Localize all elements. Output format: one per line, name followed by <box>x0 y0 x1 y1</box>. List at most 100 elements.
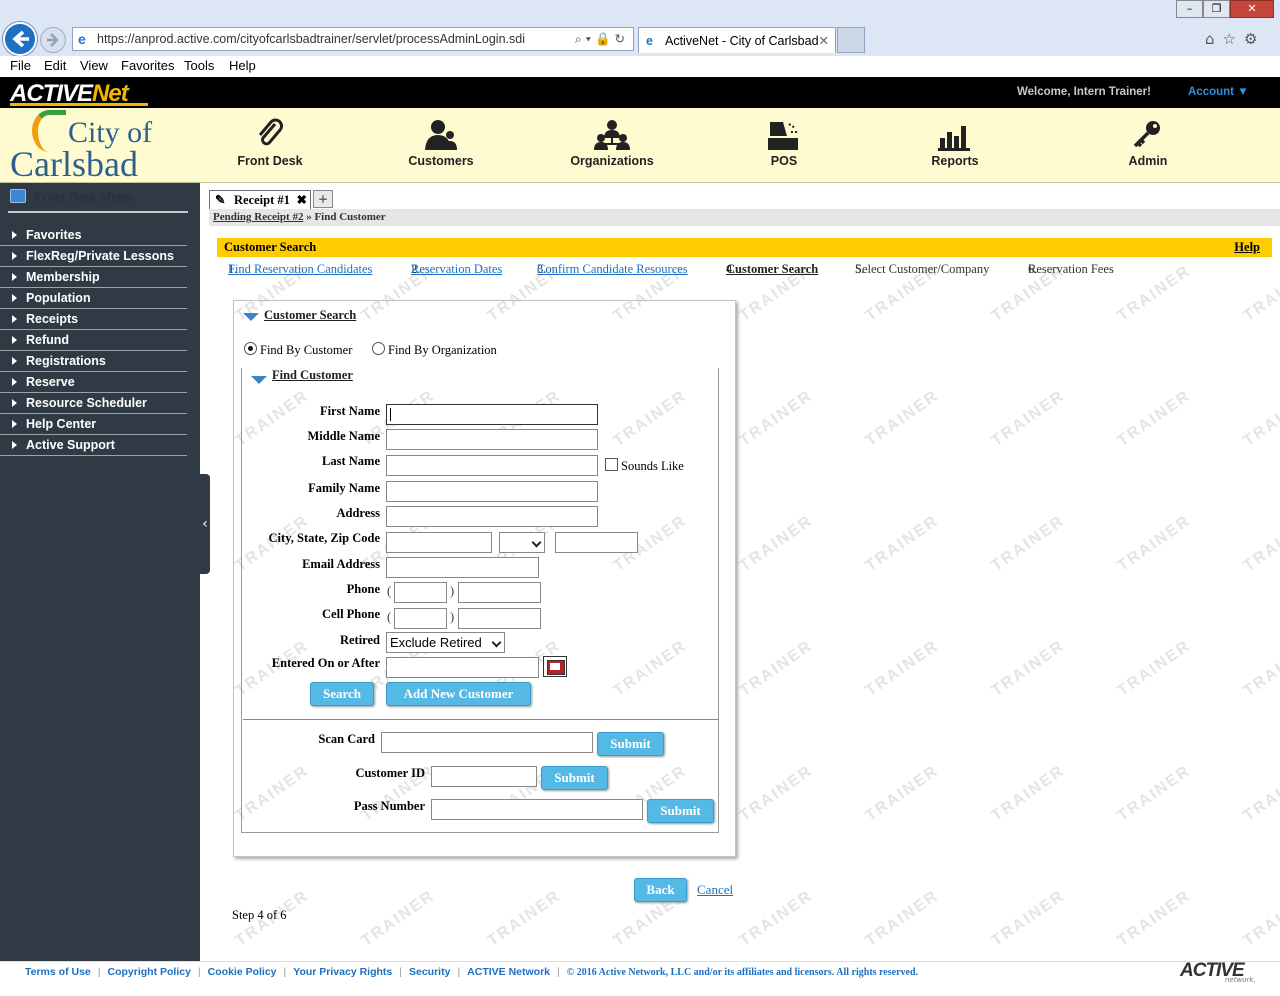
address-bar[interactable]: e https://anprod.active.com/cityofcarlsb… <box>72 27 634 51</box>
phone-area-code-field[interactable] <box>394 582 447 603</box>
url-text: https://anprod.active.com/cityofcarlsbad… <box>97 32 525 46</box>
retired-select[interactable]: Exclude Retired <box>386 632 505 653</box>
watermark-text: TRAINER <box>736 762 817 825</box>
help-link[interactable]: Help <box>1234 238 1260 256</box>
customer-id-submit-button[interactable]: Submit <box>541 766 608 790</box>
watermark-text: TRAINER <box>988 512 1069 575</box>
search-button[interactable]: Search <box>310 682 374 706</box>
nav-admin[interactable]: Admin <box>1088 118 1208 174</box>
back-arrow-icon <box>12 30 29 48</box>
menu-favorites[interactable]: Favorites <box>121 58 174 73</box>
back-button[interactable]: Back <box>634 878 687 902</box>
nav-customers[interactable]: Customers <box>381 118 501 174</box>
footer-active-network-link[interactable]: ACTIVE Network <box>467 966 550 978</box>
sidebar-item-membership[interactable]: Membership <box>0 267 187 288</box>
minimize-icon[interactable]: – <box>1176 0 1203 18</box>
find-by-customer-radio[interactable] <box>244 342 257 355</box>
nav-pos[interactable]: POS <box>724 118 844 174</box>
footer-cookie-link[interactable]: Cookie Policy <box>208 966 277 978</box>
watermark-text: TRAINER <box>1114 762 1195 825</box>
find-by-customer-label: Find By Customer <box>260 343 353 357</box>
new-tab-button[interactable] <box>837 27 865 53</box>
scan-card-field[interactable] <box>381 732 593 753</box>
sidebar-item-registrations[interactable]: Registrations <box>0 351 187 372</box>
close-window-icon[interactable]: ✕ <box>1230 0 1274 18</box>
nav-organizations[interactable]: Organizations <box>552 118 672 174</box>
sidebar-header[interactable]: Front Desk Menu <box>8 187 188 213</box>
find-by-organization-label: Find By Organization <box>388 343 497 357</box>
footer-copyright-link[interactable]: Copyright Policy <box>107 966 190 978</box>
sidebar-item-resource-scheduler[interactable]: Resource Scheduler <box>0 393 187 414</box>
calendar-icon[interactable] <box>543 656 567 677</box>
account-menu[interactable]: Account ▼ <box>1188 86 1249 98</box>
state-select[interactable] <box>499 532 545 553</box>
menu-collapse-icon[interactable] <box>10 189 26 203</box>
nav-front-desk[interactable]: Front Desk <box>210 118 330 174</box>
address-tools-icon[interactable]: ⌕▾🔒↻ <box>575 28 629 50</box>
address-field[interactable] <box>386 506 598 527</box>
find-by-organization-radio[interactable] <box>372 342 385 355</box>
close-tab-icon[interactable]: ✖ <box>297 191 307 209</box>
footer-privacy-link[interactable]: Your Privacy Rights <box>293 966 392 978</box>
collapse-triangle-icon[interactable] <box>243 313 259 321</box>
welcome-text: Welcome, Intern Trainer! <box>1017 86 1151 98</box>
watermark-text: TRAINER <box>358 887 439 950</box>
watermark-text: TRAINER <box>736 887 817 950</box>
cancel-link[interactable]: Cancel <box>697 882 733 898</box>
footer-security-link[interactable]: Security <box>409 966 450 978</box>
favorites-star-icon[interactable]: ☆ <box>1223 30 1244 48</box>
back-button[interactable] <box>3 22 37 56</box>
sidebar-item-favorites[interactable]: Favorites <box>0 225 187 246</box>
watermark-text: TRAINER <box>1114 512 1195 575</box>
sounds-like-checkbox[interactable] <box>605 458 618 471</box>
sidebar-item-population[interactable]: Population <box>0 288 187 309</box>
find-customer-title[interactable]: Find Customer <box>272 368 353 383</box>
phone-number-field[interactable] <box>458 582 541 603</box>
breadcrumb: Pending Receipt #2 » Find Customer <box>209 209 1280 226</box>
cell-area-code-field[interactable] <box>394 608 447 629</box>
panel-title[interactable]: Customer Search <box>264 308 356 323</box>
last-name-field[interactable] <box>386 455 598 476</box>
entered-on-date-field[interactable] <box>386 657 539 678</box>
sidebar-item-help-center[interactable]: Help Center <box>0 414 187 435</box>
sidebar-item-active-support[interactable]: Active Support <box>0 435 187 456</box>
watermark-text: TRAINER <box>1240 262 1280 325</box>
nav-reports[interactable]: Reports <box>895 118 1015 174</box>
section-title: Customer Search <box>224 240 317 254</box>
browser-tab-active[interactable]: e ActiveNet - City of Carlsbad ✕ <box>638 27 836 53</box>
sidebar-item-receipts[interactable]: Receipts <box>0 309 187 330</box>
email-field[interactable] <box>386 557 539 578</box>
tab-receipt[interactable]: ✎ Receipt #1 ✖ <box>209 190 311 210</box>
family-name-field[interactable] <box>386 481 598 502</box>
menu-edit[interactable]: Edit <box>44 58 66 73</box>
menu-tools[interactable]: Tools <box>184 58 214 73</box>
sidebar-item-refund[interactable]: Refund <box>0 330 187 351</box>
middle-name-field[interactable] <box>386 429 598 450</box>
forward-button[interactable] <box>40 27 66 53</box>
phone-label: Phone <box>346 582 380 596</box>
pass-number-label: Pass Number <box>353 799 425 813</box>
collapse-triangle-icon[interactable] <box>251 376 267 384</box>
menu-file[interactable]: File <box>10 58 31 73</box>
city-field[interactable] <box>386 532 492 553</box>
pencil-icon: ✎ <box>215 193 226 207</box>
pass-number-submit-button[interactable]: Submit <box>647 799 714 823</box>
add-new-customer-button[interactable]: Add New Customer <box>386 682 531 706</box>
restore-icon[interactable]: ❐ <box>1203 0 1230 18</box>
menu-view[interactable]: View <box>80 58 108 73</box>
breadcrumb-pending-receipt[interactable]: Pending Receipt #2 <box>213 211 303 223</box>
scan-card-submit-button[interactable]: Submit <box>597 732 664 756</box>
sidebar-item-flexreg[interactable]: FlexReg/Private Lessons <box>0 246 187 267</box>
home-icon[interactable]: ⌂ <box>1205 30 1223 48</box>
pass-number-field[interactable] <box>431 799 643 820</box>
zip-field[interactable] <box>555 532 638 553</box>
settings-gear-icon[interactable]: ⚙ <box>1244 30 1265 48</box>
customer-id-field[interactable] <box>431 766 537 787</box>
add-tab-button[interactable]: + <box>313 190 333 208</box>
menu-help[interactable]: Help <box>229 58 256 73</box>
close-tab-icon[interactable]: ✕ <box>819 28 829 54</box>
first-name-field[interactable] <box>386 404 598 425</box>
footer-terms-link[interactable]: Terms of Use <box>25 966 91 978</box>
cell-number-field[interactable] <box>458 608 541 629</box>
sidebar-item-reserve[interactable]: Reserve <box>0 372 187 393</box>
